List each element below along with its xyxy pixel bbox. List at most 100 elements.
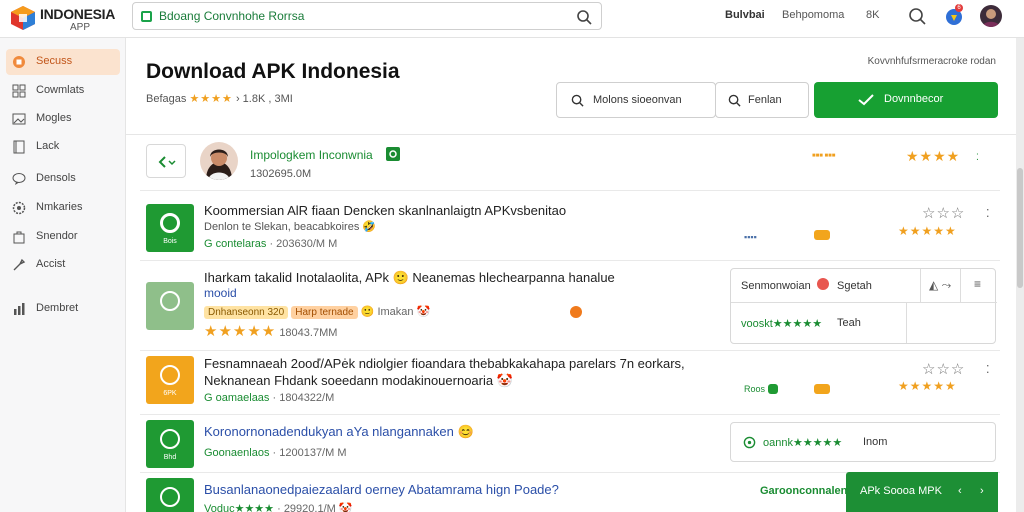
chevron-left-icon[interactable]: ‹: [958, 485, 962, 497]
app-title: Fesnamnaeah 2ooď/APėk ndiolgier fioandar…: [204, 356, 685, 371]
app-icon: Bois: [146, 204, 194, 252]
top-bar: INDONESIA APP Bulvbai Behpomoma 8K 6: [0, 0, 1024, 38]
sidebar-item-label: Accist: [36, 258, 66, 270]
app-tags: Dnhanseonn 320 Harp ternade 🙂 Imakan 🤡: [204, 305, 430, 319]
scrollbar[interactable]: [1016, 38, 1024, 512]
menu-button[interactable]: ≡: [961, 269, 997, 303]
check-icon: [858, 94, 874, 106]
panel-cell[interactable]: vooskt★★★★★ Teah: [731, 303, 907, 343]
app-row[interactable]: 6PK Fesnamnaeah 2ooď/APėk ndiolgier fioa…: [140, 354, 1000, 414]
chat-icon: [12, 173, 26, 185]
menu-icon: ≡: [974, 277, 982, 291]
sidebar-item-dembret[interactable]: Dembret: [6, 296, 120, 322]
search-bar[interactable]: [132, 2, 602, 30]
emoji-icon: [817, 278, 829, 290]
logo-icon: [11, 6, 35, 30]
panel-cell[interactable]: Senmonwoian Sgetah: [731, 269, 921, 303]
app-icon: [146, 478, 194, 512]
mini-label: ▪▪▪▪: [744, 232, 757, 242]
logo[interactable]: INDONESIA APP: [8, 3, 128, 35]
search-apps-label: Molons sioeonvan: [593, 94, 682, 106]
featured-rating: ★★★★: [906, 148, 961, 164]
app-rating: ★★★★★: [898, 379, 957, 393]
avatar-icon: [982, 9, 1000, 27]
sidebar-item-label: Nmkaries: [36, 201, 83, 213]
sidebar-item-mogles[interactable]: Mogles: [6, 106, 120, 132]
rating-panel[interactable]: oannk★★★★★ Inom: [730, 422, 996, 462]
search-input[interactable]: [159, 7, 569, 25]
user-avatar[interactable]: [980, 5, 1002, 27]
app-row[interactable]: Bhd Koronornonadendukyan aYa nlangannake…: [140, 418, 1000, 472]
page-meta: Befagas ★★★★ › 1.8K , 3MI: [146, 92, 293, 105]
chevron-right-icon[interactable]: ›: [980, 485, 984, 497]
outline-stars[interactable]: ☆☆☆: [922, 204, 965, 222]
sidebar-item-snendor[interactable]: Snendor: [6, 224, 120, 250]
back-button[interactable]: [146, 144, 186, 178]
mini-tag: [814, 230, 830, 240]
app-subtitle: Denlon te Slekan, beacabkoires 🤣: [204, 221, 377, 233]
sidebar-item-label: Lack: [36, 140, 60, 152]
rating-stars: ★★★★: [189, 93, 233, 105]
sidebar-item-label: Densols: [36, 172, 76, 184]
more-dots-icon[interactable]: ⁚: [986, 207, 990, 220]
more-dots-icon[interactable]: ⁚: [976, 152, 979, 163]
toast-text: APk Soooa MPK: [860, 485, 942, 497]
scroll-thumb[interactable]: [1017, 168, 1023, 288]
app-meta: G contelaras · 203630/M M: [204, 238, 338, 250]
app-meta: ★★★★★ 18043.7MM: [204, 323, 338, 340]
app-icon: [146, 282, 194, 330]
sidebar-item-label: Cowmlats: [36, 84, 85, 96]
sidebar-item-nmkaries[interactable]: Nmkaries: [6, 195, 120, 221]
back-arrow-icon: [158, 156, 176, 168]
gear-icon: [12, 201, 26, 215]
nav-link-3[interactable]: 8K: [866, 9, 879, 21]
app-meta: Voduc★★★★ · 29920.1/M 🤡: [204, 503, 353, 512]
more-dots-icon[interactable]: ⁚: [986, 363, 990, 376]
app-title-continued: mooid: [204, 286, 237, 300]
page-title: Download APK Indonesia: [146, 60, 400, 83]
nav-link-1[interactable]: Bulvbai: [725, 9, 765, 21]
green-square-icon: [141, 11, 152, 22]
search-icon[interactable]: [575, 8, 593, 26]
app-row[interactable]: Iharkam takalid Inotalaolita, APk 🙂 Nean…: [140, 264, 1000, 350]
featured-title: Impologkem Inconwnia: [250, 148, 373, 162]
chart-icon: [14, 303, 25, 315]
app-icon: Bhd: [146, 420, 194, 468]
notification-badge: 6: [955, 4, 963, 12]
sidebar-item-lack[interactable]: Lack: [6, 134, 120, 160]
logo-title: INDONESIA: [40, 6, 116, 22]
app-meta: Goonaenlaos · 1200137/M M: [204, 447, 347, 459]
sidebar: Secuss Cowmlats Mogles Lack Densols Nmka…: [0, 38, 126, 512]
mini-tag: [768, 384, 778, 394]
download-button[interactable]: Dovnnbecor: [814, 82, 998, 118]
logo-subtitle: APP: [70, 22, 91, 33]
bag-icon: [13, 231, 25, 244]
featured-row[interactable]: Impologkem Inconwnia 1302695.0M ■■■ ■■■ …: [140, 138, 1000, 190]
outline-stars[interactable]: ☆☆☆: [922, 360, 965, 378]
sidebar-item-accist[interactable]: Accist: [6, 252, 120, 278]
share-icon: ◭ ⤳: [929, 278, 952, 292]
sidebar-item-home[interactable]: Secuss: [6, 49, 120, 75]
download-toast[interactable]: APk Soooa MPK ‹ ›: [846, 472, 998, 512]
search-icon: [571, 94, 584, 107]
meta-suffix: › 1.8K , 3MI: [235, 93, 293, 105]
tool-icon: [13, 258, 26, 271]
book-icon: [13, 140, 25, 154]
search-apps-button[interactable]: Molons sioeonvan: [556, 82, 716, 118]
sidebar-item-label: Secuss: [36, 55, 73, 67]
featured-dots: ■■■ ■■■: [812, 153, 836, 159]
nav-link-2[interactable]: Behpomoma: [782, 9, 844, 21]
sidebar-item-cowmlats[interactable]: Cowmlats: [6, 78, 120, 104]
share-button[interactable]: ◭ ⤳: [921, 269, 961, 303]
main-content: Download APK Indonesia Befagas ★★★★ › 1.…: [126, 38, 1016, 512]
filter-button[interactable]: Fenlan: [715, 82, 809, 118]
app-title: Iharkam takalid Inotalaolita, APk 🙂 Nean…: [204, 270, 615, 285]
app-title: Busanlanaonedpaiezaalard oerney Abatamra…: [204, 482, 559, 497]
app-row[interactable]: Bois Koommersian AlR fiaan Dencken skanl…: [140, 198, 1000, 260]
search-icon[interactable]: [906, 5, 928, 27]
row-divider: [140, 350, 1000, 351]
sidebar-item-label: Mogles: [36, 112, 72, 124]
image-icon: [12, 113, 26, 125]
home-icon: [13, 56, 25, 68]
sidebar-item-densols[interactable]: Densols: [6, 166, 120, 192]
